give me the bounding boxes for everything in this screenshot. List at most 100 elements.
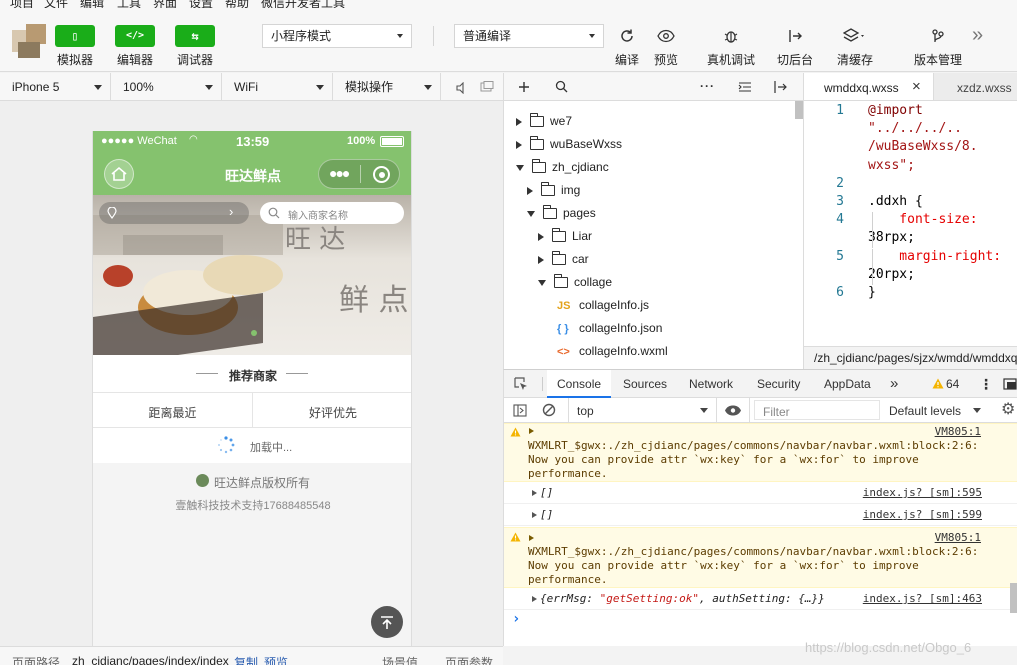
- device-select[interactable]: iPhone 5: [0, 73, 111, 101]
- search-input[interactable]: 输入商家名称: [260, 202, 404, 224]
- console-log[interactable]: {errMsg: "getSetting:ok", authSetting: {…: [504, 588, 1017, 610]
- copy-link[interactable]: 复制: [234, 654, 258, 665]
- context-select[interactable]: top: [570, 398, 712, 422]
- compile-select[interactable]: 普通编译: [454, 24, 604, 48]
- compile-button[interactable]: [614, 25, 640, 47]
- file-tree-item[interactable]: wuBaseWxss: [516, 134, 622, 154]
- zoom-select[interactable]: 100%: [111, 73, 222, 101]
- tab-network[interactable]: Network: [689, 370, 733, 398]
- preview-button[interactable]: [653, 25, 679, 47]
- menu-item-help[interactable]: 帮助: [225, 0, 249, 8]
- remote-debug-button[interactable]: [718, 25, 744, 47]
- more-dots-icon[interactable]: ···: [700, 79, 715, 93]
- preview-link[interactable]: 预览: [264, 654, 288, 665]
- tab-sources[interactable]: Sources: [623, 370, 667, 398]
- chevron-right-icon[interactable]: [538, 255, 544, 264]
- tab-nearest[interactable]: 距离最近: [93, 404, 252, 421]
- operation-select[interactable]: 模拟操作: [333, 73, 441, 101]
- avatar[interactable]: [12, 24, 48, 60]
- chevron-right-icon[interactable]: [538, 232, 544, 241]
- code-editor[interactable]: 1 @import "../../../.. /wuBaseWxss/8. wxss";…: [803, 101, 1017, 346]
- chevron-right-icon[interactable]: [516, 140, 522, 149]
- file-tree-item[interactable]: we7: [516, 111, 572, 131]
- menu-item-devtools[interactable]: 微信开发者工具: [261, 0, 345, 8]
- chevron-down-icon[interactable]: [538, 279, 546, 286]
- menu-item-edit[interactable]: 编辑: [80, 0, 104, 8]
- menu-item-view[interactable]: 界面: [153, 0, 177, 8]
- split-icon[interactable]: [772, 80, 788, 94]
- tab-rating[interactable]: 好评优先: [253, 404, 411, 421]
- filter-input[interactable]: Filter: [754, 400, 880, 420]
- console-warning[interactable]: VM805:1 WXMLRT_$gwx:./zh_cjdianc/pages/c…: [504, 527, 1017, 588]
- expand-icon[interactable]: [529, 535, 534, 541]
- console-log[interactable]: [] index.js? [sm]:595: [504, 482, 1017, 504]
- file-tree-item[interactable]: collage: [538, 272, 612, 292]
- more-dots-icon[interactable]: ●●●: [329, 165, 350, 181]
- expand-icon[interactable]: [529, 428, 534, 434]
- console-log[interactable]: [] index.js? [sm]:599: [504, 504, 1017, 526]
- file-tree-item[interactable]: JS collageInfo.js: [549, 295, 649, 315]
- carousel-dot[interactable]: [251, 330, 257, 336]
- search-icon[interactable]: [555, 80, 568, 93]
- sidebar-toggle-icon[interactable]: [513, 404, 527, 417]
- file-tree-item[interactable]: pages: [527, 203, 596, 223]
- network-select[interactable]: WiFi: [222, 73, 333, 101]
- cache-button[interactable]: [838, 25, 872, 47]
- file-tree-item[interactable]: img: [527, 180, 580, 200]
- eye-icon[interactable]: [724, 404, 742, 417]
- clear-console-icon[interactable]: [542, 403, 556, 417]
- menu-item-tools[interactable]: 工具: [117, 0, 141, 8]
- back-to-top-button[interactable]: [371, 606, 403, 638]
- tab-other-file[interactable]: xzdz.wxss: [935, 73, 1017, 100]
- chevron-right-icon[interactable]: [516, 117, 522, 126]
- version-button[interactable]: [925, 25, 951, 47]
- source-link[interactable]: index.js? [sm]:463: [863, 592, 982, 605]
- tab-console[interactable]: Console: [547, 370, 611, 398]
- source-link[interactable]: VM805:1: [935, 531, 981, 544]
- inspect-icon[interactable]: [514, 377, 528, 391]
- window-icon[interactable]: [480, 81, 494, 93]
- expand-icon[interactable]: [532, 596, 537, 602]
- chevron-right-icon[interactable]: [527, 186, 533, 195]
- speaker-icon[interactable]: [455, 82, 467, 94]
- menu-item-file[interactable]: 文件: [44, 0, 68, 8]
- file-tree-item[interactable]: <> collageInfo.wxml: [549, 341, 668, 361]
- source-link[interactable]: index.js? [sm]:599: [863, 508, 982, 521]
- mode-select[interactable]: 小程序模式: [262, 24, 412, 48]
- params-label[interactable]: 页面参数: [445, 654, 493, 665]
- source-link[interactable]: VM805:1: [935, 425, 981, 438]
- debugger-button[interactable]: ⇆: [175, 25, 215, 47]
- close-icon[interactable]: ×: [912, 78, 921, 95]
- kebab-menu-icon[interactable]: ⋮: [979, 370, 993, 398]
- warning-count[interactable]: 64: [946, 370, 959, 398]
- chevron-down-icon[interactable]: [527, 210, 535, 217]
- more-tabs-icon[interactable]: »: [890, 370, 898, 398]
- tab-appdata[interactable]: AppData: [824, 370, 871, 398]
- close-mini-icon[interactable]: [373, 166, 390, 183]
- more-icon[interactable]: »: [972, 24, 983, 47]
- source-link[interactable]: index.js? [sm]:595: [863, 486, 982, 499]
- tab-active-file[interactable]: wmddxq.wxss ×: [804, 73, 934, 100]
- scrollbar-thumb[interactable]: [795, 101, 803, 119]
- chevron-down-icon[interactable]: [516, 164, 524, 171]
- backend-button[interactable]: [782, 25, 808, 47]
- menu-item-project[interactable]: 项目: [10, 0, 34, 8]
- file-tree-item[interactable]: { } collageInfo.json: [549, 318, 662, 338]
- menu-item-settings[interactable]: 设置: [189, 0, 213, 8]
- console-prompt[interactable]: ›: [512, 611, 520, 627]
- plus-icon[interactable]: [518, 81, 530, 93]
- dock-icon[interactable]: [1003, 378, 1017, 390]
- editor-button[interactable]: </>: [115, 25, 155, 47]
- simulator-button[interactable]: ▯: [55, 25, 95, 47]
- console-warning[interactable]: VM805:1 WXMLRT_$gwx:./zh_cjdianc/pages/c…: [504, 423, 1017, 482]
- gear-icon[interactable]: ⚙: [1001, 399, 1015, 419]
- expand-icon[interactable]: [532, 490, 537, 496]
- levels-select[interactable]: Default levels: [884, 398, 984, 422]
- scene-label[interactable]: 场景值: [382, 654, 418, 665]
- file-tree-item[interactable]: car: [538, 249, 589, 269]
- file-tree-item[interactable]: zh_cjdianc: [516, 157, 609, 177]
- tab-security[interactable]: Security: [757, 370, 800, 398]
- expand-icon[interactable]: [532, 512, 537, 518]
- scrollbar-thumb[interactable]: [1010, 583, 1017, 613]
- location-pill[interactable]: ›: [99, 202, 249, 224]
